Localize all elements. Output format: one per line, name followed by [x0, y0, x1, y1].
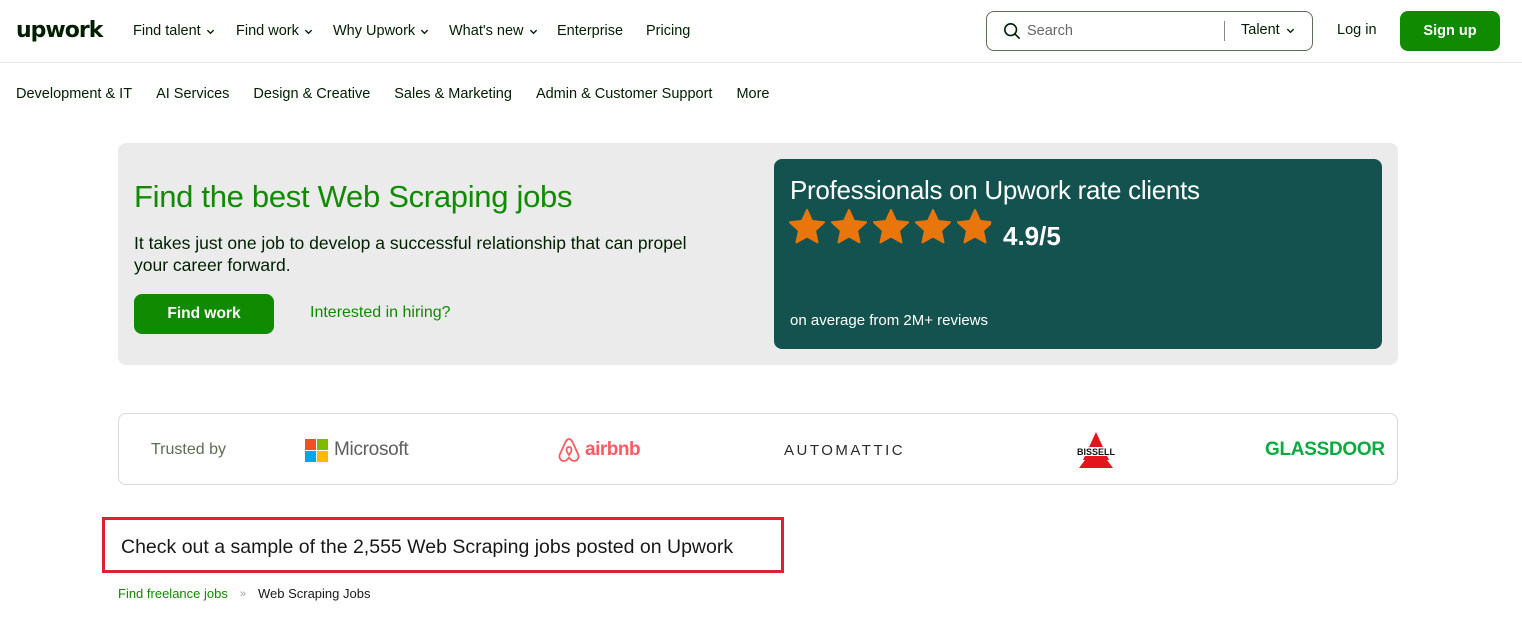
- search-input[interactable]: [1027, 23, 1217, 39]
- sample-jobs-heading-box: Check out a sample of the 2,555 Web Scra…: [102, 517, 784, 573]
- search-icon: [1003, 22, 1021, 40]
- nav-find-talent[interactable]: Find talent: [133, 20, 236, 42]
- signup-button[interactable]: Sign up: [1400, 11, 1500, 51]
- category-sales-marketing[interactable]: Sales & Marketing: [394, 86, 512, 102]
- category-admin-support[interactable]: Admin & Customer Support: [536, 86, 713, 102]
- login-link[interactable]: Log in: [1337, 22, 1377, 38]
- find-work-button[interactable]: Find work: [134, 294, 274, 334]
- nav-whats-new[interactable]: What's new: [449, 20, 557, 42]
- chevron-down-icon: [529, 29, 537, 34]
- svg-text:BISSELL: BISSELL: [1077, 447, 1116, 457]
- microsoft-grid-icon: [305, 438, 328, 462]
- rating-title: Professionals on Upwork rate clients: [790, 175, 1200, 205]
- category-design-creative[interactable]: Design & Creative: [253, 86, 370, 102]
- rating-stars: [788, 208, 998, 246]
- star-icon: [914, 208, 952, 244]
- chevron-down-icon: [206, 29, 214, 34]
- hero-subtitle: It takes just one job to develop a succe…: [134, 233, 687, 275]
- nav-why-upwork[interactable]: Why Upwork: [333, 20, 449, 42]
- search-divider: [1224, 21, 1225, 41]
- hero-banner: Find the best Web Scraping jobs It takes…: [118, 143, 1398, 365]
- upwork-logo[interactable]: upwork: [16, 16, 103, 44]
- nav-find-work[interactable]: Find work: [236, 20, 333, 42]
- nav-enterprise[interactable]: Enterprise: [557, 20, 646, 42]
- airbnb-logo: airbnb: [557, 414, 641, 486]
- star-icon: [872, 208, 910, 244]
- automattic-logo: AUTOMATTIC: [784, 441, 906, 459]
- breadcrumb-find-freelance-jobs[interactable]: Find freelance jobs: [118, 586, 228, 601]
- breadcrumb: Find freelance jobs » Web Scraping Jobs: [118, 586, 370, 601]
- microsoft-logo: Microsoft: [305, 414, 409, 486]
- top-navigation: upwork Find talent Find work Why Upwork …: [0, 0, 1522, 63]
- breadcrumb-current: Web Scraping Jobs: [257, 586, 371, 601]
- client-rating-card: Professionals on Upwork rate clients 4.9…: [774, 159, 1382, 349]
- star-icon: [788, 208, 826, 244]
- rating-note: on average from 2M+ reviews: [790, 312, 989, 329]
- breadcrumb-separator: »: [239, 587, 246, 600]
- star-icon: [956, 208, 992, 244]
- category-development-it[interactable]: Development & IT: [16, 86, 132, 102]
- nav-pricing[interactable]: Pricing: [646, 20, 706, 42]
- search-scope-dropdown[interactable]: Talent: [1241, 22, 1295, 38]
- star-icon: [830, 208, 868, 244]
- search-bar: Talent: [986, 11, 1313, 51]
- airbnb-icon: [558, 438, 580, 462]
- bissell-logo: BISSELL: [1067, 414, 1125, 486]
- chevron-down-icon: [421, 29, 429, 34]
- category-nav: Development & IT AI Services Design & Cr…: [16, 86, 793, 102]
- category-more[interactable]: More: [736, 86, 769, 102]
- trusted-by-bar: Trusted by Microsoft airbnb AUTOMATTIC B…: [118, 413, 1398, 485]
- category-ai-services[interactable]: AI Services: [156, 86, 229, 102]
- sample-jobs-heading: Check out a sample of the 2,555 Web Scra…: [121, 536, 734, 558]
- trusted-by-label: Trusted by: [151, 441, 226, 458]
- interested-in-hiring-link[interactable]: Interested in hiring?: [310, 304, 451, 322]
- main-nav: Find talent Find work Why Upwork What's …: [133, 20, 706, 42]
- hero-title: Find the best Web Scraping jobs: [134, 179, 573, 214]
- bissell-mark: BISSELL: [1071, 432, 1121, 468]
- chevron-down-icon: [1286, 28, 1294, 33]
- rating-value: 4.9/5: [1003, 221, 1061, 251]
- chevron-down-icon: [304, 29, 312, 34]
- glassdoor-logo: GLASSDOOR: [1265, 439, 1385, 460]
